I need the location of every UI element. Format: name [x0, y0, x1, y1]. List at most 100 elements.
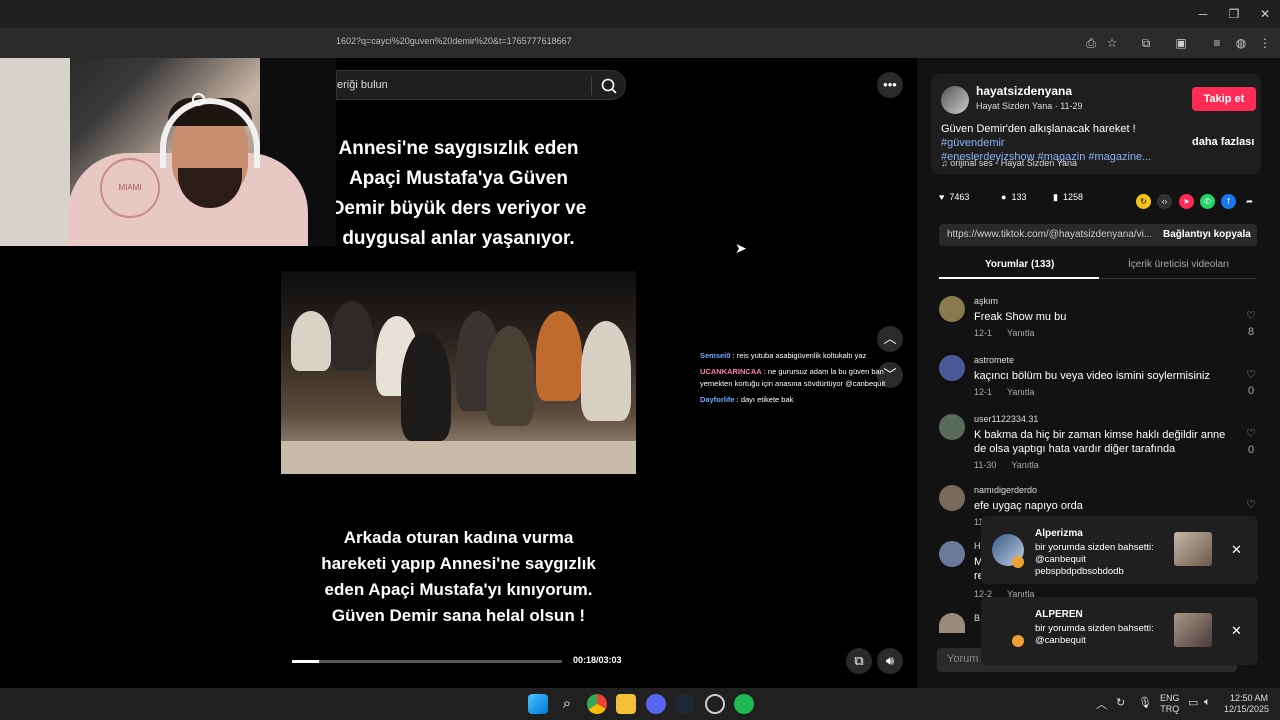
- more-options-icon[interactable]: •••: [877, 72, 903, 98]
- close-icon[interactable]: ✕: [1231, 623, 1242, 639]
- commenter-avatar[interactable]: [939, 485, 965, 511]
- tab-comments[interactable]: Yorumlar (133): [985, 259, 1054, 270]
- commenter-avatar[interactable]: [939, 613, 965, 633]
- author-avatar[interactable]: [941, 86, 969, 114]
- copy-link-button[interactable]: Bağlantıyı kopyala: [1163, 229, 1251, 240]
- comment-username[interactable]: namıdigerderdo: [974, 485, 1037, 495]
- comment-text: efe uygaç napıyo orda: [974, 500, 1083, 512]
- comment-icon: ●: [1001, 192, 1007, 202]
- start-menu-icon[interactable]: [528, 694, 548, 714]
- spotify-icon[interactable]: [734, 694, 754, 714]
- extensions-icon[interactable]: ⧉: [1137, 34, 1155, 52]
- notifier-name: ALPEREN: [1035, 609, 1083, 620]
- comment-like-count: 8: [1247, 326, 1255, 338]
- comment-username[interactable]: astromete: [974, 355, 1014, 365]
- minimize-button[interactable]: ─: [1188, 4, 1218, 24]
- like-comment-icon[interactable]: ♡: [1244, 368, 1258, 381]
- video-progress-bar[interactable]: [292, 660, 562, 663]
- bookmark-icon: ▮: [1053, 192, 1058, 202]
- reply-link[interactable]: Yanıtla: [1007, 387, 1034, 397]
- author-name[interactable]: hayatsizdenyana: [976, 84, 1072, 98]
- chat-message: Semsei0 : reis yutuba asabigüvenlik kolt…: [700, 351, 867, 360]
- like-comment-icon[interactable]: ♡: [1244, 498, 1258, 511]
- close-icon[interactable]: ✕: [1231, 542, 1242, 558]
- whatsapp-icon[interactable]: ✆: [1200, 194, 1215, 209]
- like-stat[interactable]: ♥ 7463: [939, 192, 969, 202]
- miniplayer-icon[interactable]: ⧉: [846, 648, 872, 674]
- url-field[interactable]: 1602?q=cayci%20guven%20demir%20&t=176577…: [336, 36, 572, 46]
- search-input[interactable]: eriği bulun: [337, 79, 388, 91]
- network-icon[interactable]: ▭: [1188, 696, 1198, 709]
- speaker-icon[interactable]: 🔈︎: [1204, 696, 1211, 709]
- cursor-ring: [192, 93, 205, 106]
- reply-link[interactable]: Yanıtla: [1011, 460, 1038, 470]
- facebook-icon[interactable]: f: [1221, 194, 1236, 209]
- close-button[interactable]: ✕: [1250, 4, 1280, 24]
- profile-avatar-icon[interactable]: ◍: [1232, 34, 1250, 52]
- comment-text: Freak Show mu bu: [974, 311, 1067, 323]
- post-card: hayatsizdenyana Hayat Sizden Yana · 11-2…: [931, 74, 1261, 174]
- notification-thumbnail: [1174, 613, 1212, 647]
- stream-chat: Semsei0 : reis yutuba asabigüvenlik kolt…: [700, 350, 900, 406]
- repost-icon[interactable]: ↻: [1136, 194, 1151, 209]
- commenter-avatar[interactable]: [939, 355, 965, 381]
- tab-creator-videos[interactable]: İçerik üreticisi videoları: [1128, 259, 1229, 270]
- embed-icon[interactable]: ‹›: [1157, 194, 1172, 209]
- notification-thumbnail: [1174, 532, 1212, 566]
- follow-button[interactable]: Takip et: [1192, 87, 1256, 111]
- mention-notification[interactable]: ALPEREN bir yorumda sizden bahsetti: @ca…: [981, 597, 1258, 665]
- menu-kebab-icon[interactable]: ⋮: [1256, 34, 1274, 52]
- notifier-name: Alperizma: [1035, 528, 1083, 539]
- commenter-avatar[interactable]: [939, 541, 965, 567]
- app-icon[interactable]: [705, 694, 725, 714]
- reply-link[interactable]: Yanıtla: [1007, 328, 1034, 338]
- show-more-link[interactable]: daha fazlası: [1192, 136, 1254, 148]
- music-link[interactable]: ♫ orijinal ses - Hayat Sizden Yana: [941, 158, 1077, 168]
- comment-username[interactable]: B: [974, 613, 980, 623]
- volume-icon[interactable]: 🔊︎: [877, 648, 903, 674]
- language-indicator[interactable]: ENG TRQ: [1160, 693, 1180, 715]
- file-explorer-icon[interactable]: [616, 694, 636, 714]
- like-comment-icon[interactable]: ♡: [1244, 309, 1258, 322]
- comment-meta: 12-1 Yanıtla: [974, 387, 1035, 397]
- microphone-icon[interactable]: 🎙︎: [1138, 696, 1152, 709]
- sync-icon[interactable]: ↻: [1116, 696, 1125, 709]
- send-icon[interactable]: ➤: [1179, 194, 1194, 209]
- clock[interactable]: 12:50 AM 12/15/2025: [1224, 693, 1269, 715]
- comment-username[interactable]: H: [974, 541, 981, 551]
- page-content: Annesi'ne saygısızlık eden Apaçi Mustafa…: [0, 58, 1280, 688]
- search-icon[interactable]: [599, 76, 619, 96]
- author-subtitle: Hayat Sizden Yana · 11-29: [976, 101, 1083, 111]
- tray-overflow-icon[interactable]: ︿: [1096, 696, 1107, 712]
- previous-video-icon[interactable]: ︿: [877, 326, 903, 352]
- media-control-icon[interactable]: ≡: [1208, 34, 1226, 52]
- heart-icon: ♥: [939, 192, 945, 202]
- notification-message: bir yorumda sizden bahsetti: @canbequit: [1035, 623, 1154, 646]
- comment-like-count: 0: [1247, 385, 1255, 397]
- post-link-url[interactable]: https://www.tiktok.com/@hayatsizdenyana/…: [947, 229, 1151, 240]
- comment-meta: 11-30 Yanıtla: [974, 460, 1039, 470]
- comment-username[interactable]: user1122334.31: [974, 414, 1038, 424]
- search-taskbar-icon[interactable]: ⌕: [557, 694, 577, 714]
- maximize-button[interactable]: ❐: [1219, 4, 1249, 24]
- platform-badge-icon: [1012, 635, 1024, 647]
- chrome-icon[interactable]: [587, 694, 607, 714]
- like-comment-icon[interactable]: ♡: [1244, 427, 1258, 440]
- bookmark-star-icon[interactable]: ☆: [1103, 34, 1121, 52]
- commenter-avatar[interactable]: [939, 296, 965, 322]
- video-progress-fill: [292, 660, 319, 663]
- mouse-cursor-icon: ➤: [735, 240, 747, 256]
- install-icon[interactable]: ⎙: [1082, 34, 1100, 52]
- discord-icon[interactable]: [646, 694, 666, 714]
- comment-text: kaçıncı bölüm bu veya video ismini soyle…: [974, 370, 1210, 382]
- comment-username[interactable]: aşkım: [974, 296, 998, 306]
- comment-stat[interactable]: ● 133: [1001, 192, 1026, 202]
- split-view-icon[interactable]: ▣: [1172, 34, 1190, 52]
- steam-icon[interactable]: [675, 694, 695, 714]
- mention-notification[interactable]: Alperizma bir yorumda sizden bahsetti: @…: [981, 516, 1258, 584]
- search-bar[interactable]: eriği bulun: [336, 70, 626, 100]
- commenter-avatar[interactable]: [939, 414, 965, 440]
- share-arrow-icon[interactable]: ➦: [1242, 194, 1257, 209]
- save-stat[interactable]: ▮ 1258: [1053, 192, 1083, 203]
- hashtag-link[interactable]: #güvendemir: [941, 137, 1005, 149]
